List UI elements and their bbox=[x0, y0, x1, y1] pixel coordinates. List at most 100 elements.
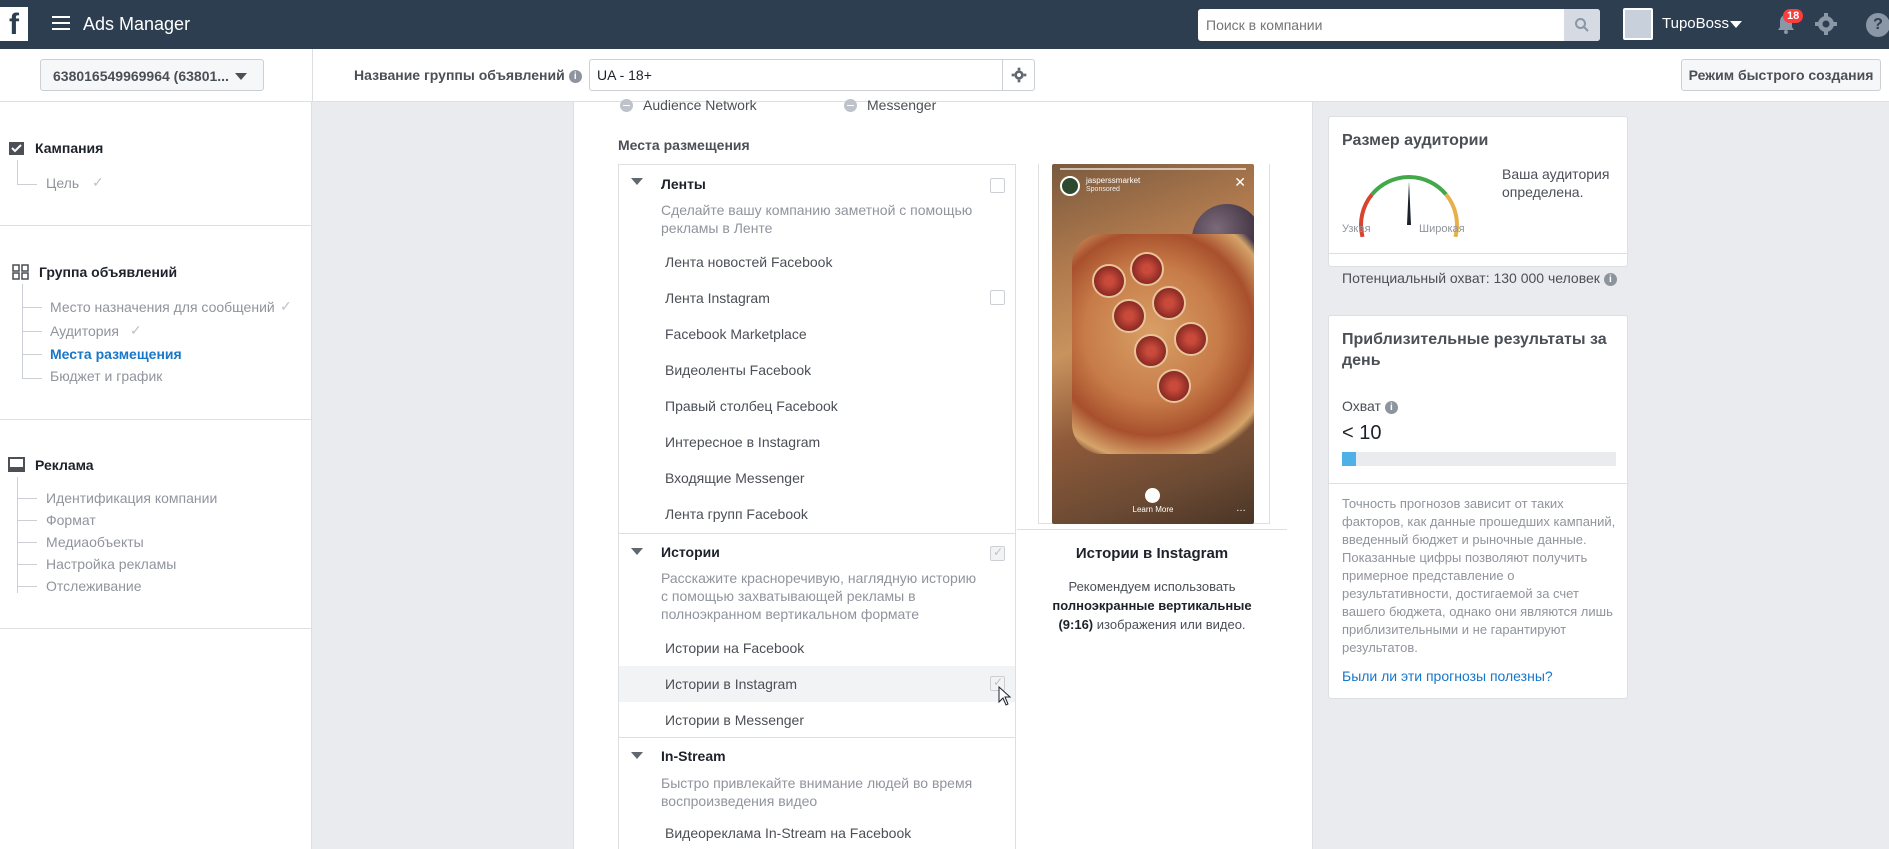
notification-badge: 18 bbox=[1783, 9, 1804, 23]
tree-line bbox=[22, 331, 42, 332]
check-icon: ✓ bbox=[130, 322, 142, 338]
audience-defined-text: Ваша аудитория определена. bbox=[1502, 166, 1610, 200]
adset-settings-button[interactable] bbox=[1002, 60, 1034, 90]
menu-icon[interactable] bbox=[52, 16, 70, 32]
nav-item-audience[interactable]: Аудитория bbox=[50, 323, 119, 339]
placement-item[interactable]: Правый столбец Facebook bbox=[619, 388, 1015, 424]
tree-line bbox=[17, 520, 37, 521]
placement-checkbox[interactable] bbox=[990, 290, 1005, 305]
group-description: Сделайте вашу компанию заметной с помощь… bbox=[661, 202, 973, 236]
nav-item-destination[interactable]: Место назначения для сообщений bbox=[50, 299, 275, 315]
placements-panel: Audience Network Messenger Места размеще… bbox=[573, 97, 1313, 849]
gear-icon[interactable] bbox=[1814, 12, 1838, 36]
placement-item[interactable]: Интересное в Instagram bbox=[619, 424, 1015, 460]
placement-item[interactable]: Истории в Messenger bbox=[619, 702, 1015, 738]
account-avatar[interactable] bbox=[1623, 8, 1653, 40]
info-icon[interactable]: i bbox=[1603, 273, 1617, 286]
nav-item-placements[interactable]: Места размещения bbox=[50, 346, 182, 362]
campaign-icon bbox=[9, 142, 24, 155]
tree-line bbox=[22, 378, 42, 379]
check-icon: ✓ bbox=[92, 174, 104, 190]
placement-item[interactable]: Входящие Messenger bbox=[619, 460, 1015, 496]
group-title: Истории bbox=[661, 544, 720, 560]
gear-icon bbox=[1011, 67, 1027, 83]
placement-group-stories: Истории Расскажите красноречивую, нагляд… bbox=[619, 534, 1015, 738]
group-description: Расскажите красноречивую, наглядную исто… bbox=[661, 570, 977, 622]
group-checkbox[interactable] bbox=[990, 545, 1005, 561]
nav-adset[interactable]: Группа объявлений bbox=[39, 264, 177, 280]
group-checkbox[interactable] bbox=[990, 178, 1005, 193]
ad-icon bbox=[8, 457, 25, 472]
story-progress-bar bbox=[1060, 168, 1246, 170]
nav-item-identity[interactable]: Идентификация компании bbox=[46, 490, 217, 506]
nav-ad[interactable]: Реклама bbox=[35, 457, 94, 473]
story-preview-image: jasperssmarket Sponsored ✕ Learn More … bbox=[1052, 164, 1254, 524]
divider bbox=[0, 419, 312, 420]
placement-label: Лента Instagram bbox=[665, 290, 770, 306]
platform-label: Audience Network bbox=[643, 97, 757, 113]
reach-bar bbox=[1342, 452, 1616, 466]
nav-item-objective[interactable]: Цель bbox=[46, 175, 79, 191]
nav-item-tracking[interactable]: Отслеживание bbox=[46, 578, 142, 594]
platform-messenger[interactable]: Messenger bbox=[844, 97, 936, 113]
app-title[interactable]: Ads Manager bbox=[83, 14, 190, 35]
placement-label: Истории в Instagram bbox=[665, 676, 797, 692]
info-icon[interactable]: i bbox=[568, 70, 582, 83]
divider bbox=[312, 49, 313, 102]
story-cta: Learn More bbox=[1132, 505, 1174, 514]
placement-item[interactable]: Лента Instagram bbox=[619, 280, 1015, 316]
nav-item-budget[interactable]: Бюджет и график bbox=[50, 368, 162, 384]
chevron-up-icon bbox=[1145, 488, 1160, 503]
feedback-link[interactable]: Были ли эти прогнозы полезны? bbox=[1342, 668, 1553, 684]
quick-create-button[interactable]: Режим быстрого создания bbox=[1681, 59, 1881, 91]
group-title: Ленты bbox=[661, 176, 706, 192]
platform-audience-network[interactable]: Audience Network bbox=[620, 97, 757, 113]
account-name[interactable]: TupoBoss bbox=[1662, 15, 1729, 32]
platform-label: Messenger bbox=[867, 97, 937, 113]
adset-name-label: Название группы объявлений i bbox=[354, 67, 582, 83]
collapse-triangle-icon[interactable] bbox=[631, 178, 643, 185]
placement-item[interactable]: Видеоленты Facebook bbox=[619, 352, 1015, 388]
placement-item[interactable]: Видеореклама In-Stream на Facebook bbox=[619, 815, 1015, 849]
left-nav: Кампания Цель ✓ Группа объявлений Место … bbox=[0, 102, 312, 849]
preview-fig bbox=[1157, 369, 1191, 403]
tree-line bbox=[17, 586, 37, 587]
close-icon: ✕ bbox=[1234, 174, 1246, 190]
daily-results-card: Приблизительные результаты за день Охват… bbox=[1328, 315, 1628, 699]
adset-name-label-text: Название группы объявлений bbox=[354, 67, 565, 83]
nav-item-format[interactable]: Формат bbox=[46, 512, 96, 528]
tree-line bbox=[17, 542, 37, 543]
collapse-triangle-icon[interactable] bbox=[631, 752, 643, 759]
potential-reach: Потенциальный охват: 130 000 человек i bbox=[1342, 270, 1617, 286]
preview-fig bbox=[1092, 264, 1126, 298]
story-avatar bbox=[1060, 176, 1080, 196]
placements-title: Места размещения bbox=[618, 137, 750, 153]
caret-down-icon bbox=[235, 73, 247, 80]
adset-name-input[interactable] bbox=[590, 60, 1000, 90]
reach-label: Охват i bbox=[1342, 398, 1398, 414]
preview-fig bbox=[1152, 286, 1186, 320]
help-icon[interactable]: ? bbox=[1866, 13, 1889, 37]
info-icon[interactable]: i bbox=[1384, 401, 1398, 414]
collapse-triangle-icon[interactable] bbox=[631, 548, 643, 555]
caret-down-icon[interactable] bbox=[1730, 21, 1742, 28]
placement-item[interactable]: Истории на Facebook bbox=[619, 630, 1015, 666]
search-icon bbox=[1575, 18, 1589, 32]
facebook-logo[interactable]: f bbox=[0, 7, 28, 41]
search-button[interactable] bbox=[1564, 9, 1600, 41]
preview-desc-text: Рекомендуем использовать bbox=[1068, 579, 1236, 594]
nav-campaign[interactable]: Кампания bbox=[35, 140, 103, 156]
placement-item[interactable]: Лента новостей Facebook bbox=[619, 244, 1015, 280]
account-selector[interactable]: 638016549969964 (63801... bbox=[40, 59, 264, 91]
search-input[interactable] bbox=[1198, 9, 1566, 41]
minus-circle-icon bbox=[844, 99, 857, 112]
reach-value: < 10 bbox=[1342, 422, 1382, 444]
placement-item[interactable]: Истории в Instagram bbox=[619, 666, 1015, 702]
audience-size-card: Размер аудитории Узкая Широкая Ваша ауди… bbox=[1328, 116, 1628, 286]
minus-circle-icon bbox=[620, 99, 633, 112]
placement-item[interactable]: Facebook Marketplace bbox=[619, 316, 1015, 352]
nav-item-ad-setup[interactable]: Настройка рекламы bbox=[46, 556, 176, 572]
tree-line bbox=[17, 160, 18, 185]
placement-item[interactable]: Лента групп Facebook bbox=[619, 496, 1015, 532]
nav-item-media[interactable]: Медиаобъекты bbox=[46, 534, 144, 550]
